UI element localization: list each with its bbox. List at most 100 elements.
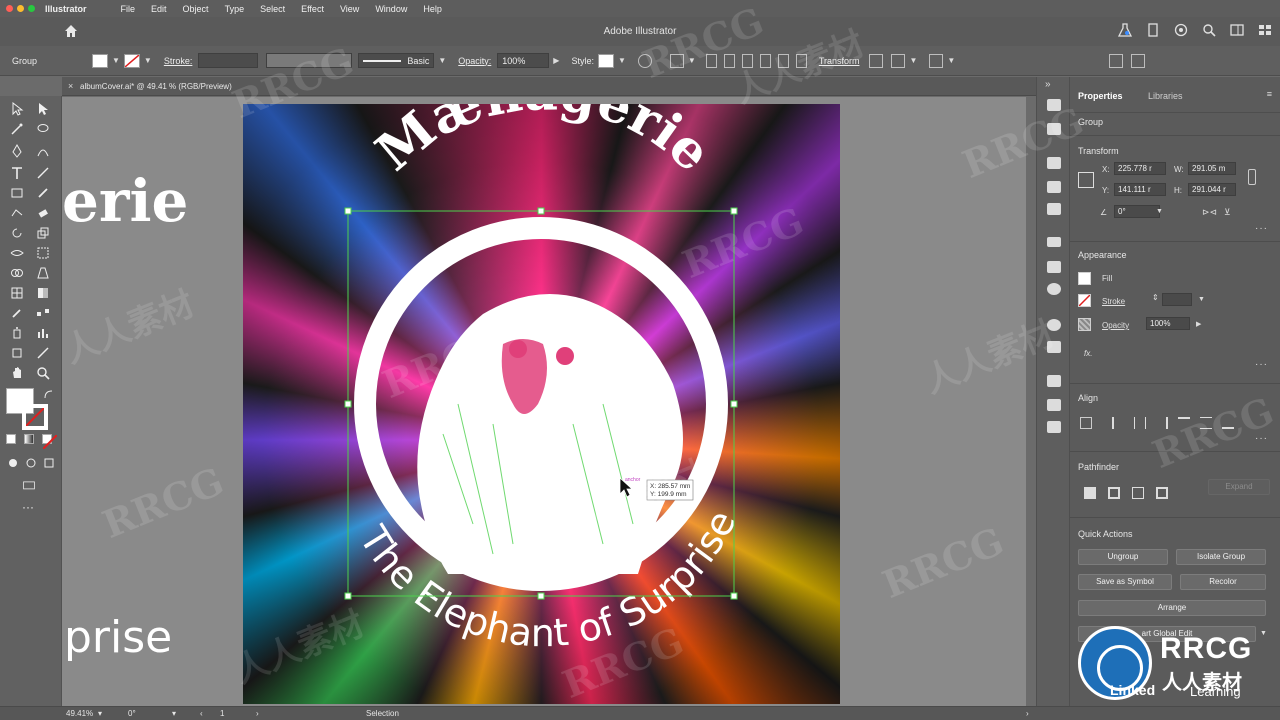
stroke-label[interactable]: Stroke: xyxy=(164,56,193,66)
swap-colors-icon[interactable] xyxy=(42,388,56,402)
exclude-icon[interactable] xyxy=(1156,487,1168,499)
handle-middle-right[interactable] xyxy=(730,400,738,408)
export-icon[interactable] xyxy=(1047,399,1061,411)
symbol-sprayer-tool-icon[interactable] xyxy=(10,326,24,340)
chevron-down-icon[interactable]: ▼ xyxy=(618,56,626,65)
align-left-icon[interactable] xyxy=(1112,417,1124,429)
document-icon[interactable] xyxy=(1146,23,1160,37)
align-bottom-icon[interactable] xyxy=(1222,417,1234,429)
pasteboard-subtitle-fragment[interactable]: prise xyxy=(64,612,172,663)
hand-tool-icon[interactable] xyxy=(10,366,24,380)
stroke-weight-field[interactable] xyxy=(1162,293,1192,306)
fx-icon[interactable]: fx. xyxy=(1084,349,1092,358)
fill-swatch[interactable] xyxy=(92,53,108,68)
stroke-link[interactable]: Stroke xyxy=(1102,297,1125,306)
w-field[interactable]: 291.05 m xyxy=(1188,162,1236,175)
reference-point-icon[interactable] xyxy=(1078,172,1094,188)
h-field[interactable]: 291.044 r xyxy=(1188,183,1236,196)
zoom-window-button[interactable] xyxy=(28,5,35,12)
menu-file[interactable]: File xyxy=(121,4,136,14)
zoom-tool-icon[interactable] xyxy=(36,366,50,380)
stroke-color-swatch[interactable] xyxy=(22,404,48,430)
collapse-icon[interactable]: » xyxy=(1045,79,1051,90)
isolate-icon[interactable] xyxy=(869,53,884,68)
rotation-field[interactable]: 0° xyxy=(128,709,136,718)
chevron-down-icon[interactable]: ▼ xyxy=(947,56,955,65)
shaper-tool-icon[interactable] xyxy=(10,206,24,220)
opacity-link[interactable]: Opacity xyxy=(1102,321,1129,330)
draw-normal-icon[interactable] xyxy=(6,456,20,470)
symbols-icon[interactable] xyxy=(1047,203,1061,215)
scale-tool-icon[interactable] xyxy=(36,226,50,240)
chevron-down-icon[interactable]: ▼ xyxy=(144,56,152,65)
eyedropper-tool-icon[interactable] xyxy=(10,306,24,320)
graphic-styles-icon[interactable] xyxy=(1047,341,1061,353)
stroke-panel-icon[interactable] xyxy=(1047,237,1061,247)
none-mode-icon[interactable] xyxy=(42,434,57,449)
handle-bottom-left[interactable] xyxy=(344,592,352,600)
brush-field[interactable]: Basic xyxy=(358,53,435,68)
column-graph-tool-icon[interactable] xyxy=(36,326,50,340)
shape-builder-tool-icon[interactable] xyxy=(10,266,24,280)
workspace-icon[interactable] xyxy=(1230,23,1244,37)
x-field[interactable]: 225.778 r xyxy=(1114,162,1166,175)
magic-wand-tool-icon[interactable] xyxy=(10,122,24,136)
y-field[interactable]: 141.111 r xyxy=(1114,183,1166,196)
panel-menu-icon[interactable]: ≡ xyxy=(1267,89,1272,99)
mesh-tool-icon[interactable] xyxy=(10,286,24,300)
angle-field[interactable]: 0° xyxy=(1114,205,1160,218)
menu-app-name[interactable]: Illustrator xyxy=(45,4,87,14)
selection-tool-icon[interactable] xyxy=(10,101,24,116)
align-center-icon[interactable] xyxy=(1134,417,1146,429)
unite-icon[interactable] xyxy=(1084,487,1096,499)
close-icon[interactable]: × xyxy=(68,81,73,91)
chevron-down-icon[interactable]: ▾ xyxy=(172,709,176,718)
tab-libraries[interactable]: Libraries xyxy=(1148,91,1183,101)
recolor-icon[interactable] xyxy=(637,53,652,68)
draw-behind-icon[interactable] xyxy=(24,456,38,470)
arrange-icon[interactable] xyxy=(1109,53,1124,68)
chevron-down-icon[interactable]: ▼ xyxy=(1198,296,1205,303)
more-options-icon[interactable]: ··· xyxy=(1255,359,1268,370)
chevron-right-icon[interactable]: › xyxy=(1026,709,1029,718)
chevron-right-icon[interactable]: ▶ xyxy=(1196,320,1201,328)
align-bottom-icon[interactable] xyxy=(795,53,807,68)
artboard-tool-icon[interactable] xyxy=(10,346,24,360)
layers-icon[interactable] xyxy=(1047,375,1061,387)
align-center-icon[interactable] xyxy=(723,53,735,68)
previous-artboard-icon[interactable]: ‹ xyxy=(200,709,203,718)
handle-top-left[interactable] xyxy=(344,207,352,215)
menu-effect[interactable]: Effect xyxy=(301,4,324,14)
arrange-documents-icon[interactable] xyxy=(1258,23,1272,37)
ungroup-button[interactable]: Ungroup xyxy=(1078,549,1168,565)
intersect-icon[interactable] xyxy=(1132,487,1144,499)
close-window-button[interactable] xyxy=(6,5,13,12)
menu-object[interactable]: Object xyxy=(183,4,209,14)
type-tool-icon[interactable] xyxy=(10,166,24,180)
discover-icon[interactable] xyxy=(1174,23,1188,37)
tab-properties[interactable]: Properties xyxy=(1078,91,1123,101)
flask-icon[interactable] xyxy=(1117,23,1133,37)
handle-middle-left[interactable] xyxy=(344,400,352,408)
edit-toolbar-icon[interactable]: ··· xyxy=(22,500,34,514)
stroke-swatch[interactable] xyxy=(123,53,140,68)
artboard[interactable]: Mænagerie The Elephant of Surprise X: 28… xyxy=(243,104,840,704)
rectangle-tool-icon[interactable] xyxy=(10,186,24,200)
pasteboard-title-fragment[interactable]: erie xyxy=(62,167,188,235)
slice-tool-icon[interactable] xyxy=(36,346,50,360)
opacity-field[interactable]: 100% xyxy=(1146,317,1190,330)
chevron-right-icon[interactable]: ▶ xyxy=(553,56,559,65)
align-top-icon[interactable] xyxy=(759,53,771,68)
next-artboard-icon[interactable]: › xyxy=(256,709,259,718)
chevron-down-icon[interactable]: ▼ xyxy=(688,56,696,65)
pen-tool-icon[interactable] xyxy=(10,143,24,158)
opacity-field[interactable]: 100% xyxy=(497,53,550,68)
transform-link[interactable]: Transform xyxy=(819,56,860,66)
isolate-group-button[interactable]: Isolate Group xyxy=(1176,549,1266,565)
gradient-tool-icon[interactable] xyxy=(36,286,50,300)
minus-front-icon[interactable] xyxy=(1108,487,1120,499)
direct-selection-tool-icon[interactable] xyxy=(36,102,50,116)
handle-top-center[interactable] xyxy=(537,207,545,215)
menu-edit[interactable]: Edit xyxy=(151,4,167,14)
perspective-grid-tool-icon[interactable] xyxy=(36,266,50,280)
